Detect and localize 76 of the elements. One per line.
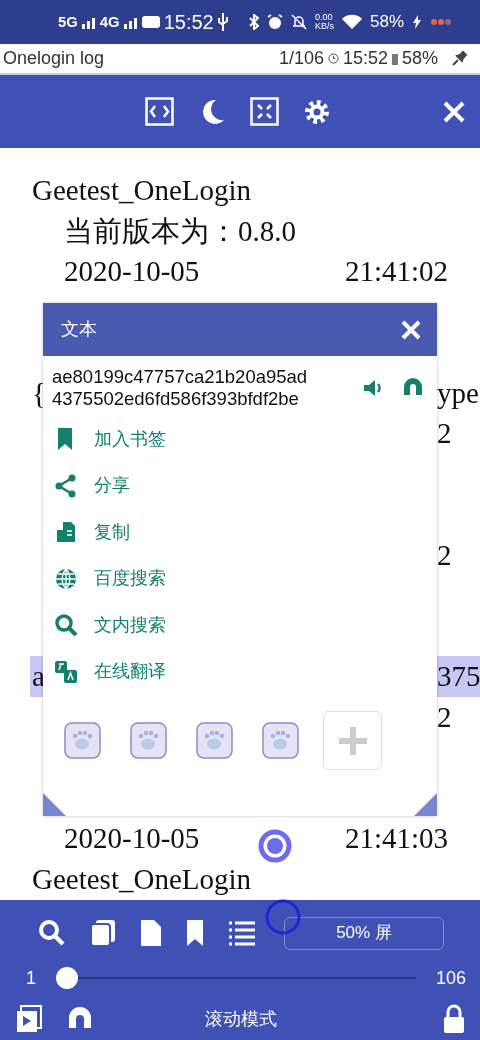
menu-item[interactable]: 文内搜索 [43, 602, 437, 649]
log-text: ype [437, 375, 480, 411]
settings-icon[interactable] [303, 97, 331, 126]
log-text: Geetest_OneLogin [32, 862, 252, 895]
floating-button-icon[interactable] [258, 829, 292, 863]
globe-icon [54, 566, 78, 591]
log-text: 2 [437, 699, 453, 735]
paw-app-icon[interactable] [130, 722, 167, 759]
selected-text: ae80199c47757ca21b20a95ad [52, 366, 308, 388]
fullscreen-icon[interactable] [250, 97, 279, 126]
document-title: Onelogin log [3, 47, 105, 70]
close-icon[interactable] [401, 319, 421, 340]
network-label: 4G [99, 12, 120, 32]
plus-icon [336, 724, 369, 757]
log-text: 当前版本为：0.8.0 [64, 214, 296, 247]
log-time: 21:41:03 [344, 821, 448, 856]
paw-app-icon[interactable] [196, 722, 233, 759]
signal-icon [81, 15, 96, 29]
search-icon [54, 613, 78, 638]
paw-app-icon[interactable] [64, 722, 101, 759]
translate-icon [54, 659, 78, 684]
share-icon [54, 473, 78, 498]
resize-handle-icon[interactable] [43, 793, 66, 816]
usb-icon [217, 13, 228, 31]
log-date: 2020-10-05 [64, 821, 200, 856]
speed-value: 0.00 [314, 13, 334, 22]
status-time: 15:52 [163, 10, 214, 35]
slider-thumb[interactable] [56, 967, 78, 989]
page-counter: 1/106 [278, 47, 324, 70]
bell-off-icon [290, 14, 307, 30]
page-start-label: 1 [26, 966, 36, 990]
log-text: Geetest_OneLogin [32, 174, 252, 206]
resize-handle-icon[interactable] [414, 793, 437, 816]
dialog-title: 文本 [61, 318, 97, 341]
menu-item[interactable]: 百度搜索 [43, 555, 437, 602]
pin-icon[interactable] [450, 49, 468, 68]
bookmark-icon[interactable] [186, 919, 204, 947]
clock-icon [327, 53, 339, 64]
list-icon[interactable] [228, 920, 256, 946]
signal-icon [123, 15, 138, 29]
log-text: a [32, 659, 45, 694]
clock-time: 15:52 [342, 47, 388, 70]
document-icon[interactable] [140, 919, 162, 947]
mode-label: 滚动模式 [203, 1007, 278, 1031]
log-text: 2 [437, 416, 453, 451]
log-text: { [32, 375, 46, 411]
charging-icon [412, 15, 422, 29]
zoom-button[interactable]: 50% 屏 [284, 916, 444, 950]
battery-level: 58% [369, 11, 404, 34]
menu-item[interactable]: 加入书签 [43, 416, 437, 463]
notification-dots-icon [430, 18, 452, 26]
menu-item[interactable]: 在线翻译 [43, 648, 437, 695]
menu-item[interactable]: 复制 [43, 509, 437, 556]
page-end-label: 106 [435, 966, 466, 990]
alarm-icon [266, 14, 283, 30]
fit-width-icon[interactable] [145, 97, 174, 126]
pages-icon[interactable] [90, 919, 116, 947]
log-time: 21:41:02 [344, 254, 448, 289]
menu-item[interactable]: 分享 [43, 462, 437, 509]
wifi-icon [341, 14, 362, 30]
paw-app-icon[interactable] [262, 722, 299, 759]
close-icon[interactable] [442, 99, 466, 124]
log-text: 375 [437, 659, 480, 694]
battery-level: 58% [401, 47, 438, 70]
battery-icon [391, 52, 398, 65]
network-label: 5G [58, 12, 78, 32]
touch-indicator-icon [264, 898, 302, 936]
lock-icon[interactable] [442, 1004, 466, 1034]
copy-icon [54, 520, 78, 545]
play-icon[interactable] [16, 1005, 42, 1033]
log-text: 2 [437, 537, 453, 573]
speed-unit: KB/s [314, 22, 334, 31]
search-icon[interactable] [38, 919, 66, 947]
bluetooth-icon [248, 14, 259, 30]
selected-text: 4375502ed6fd586f393bfdf2be [52, 388, 300, 410]
log-date: 2020-10-05 [64, 254, 200, 289]
